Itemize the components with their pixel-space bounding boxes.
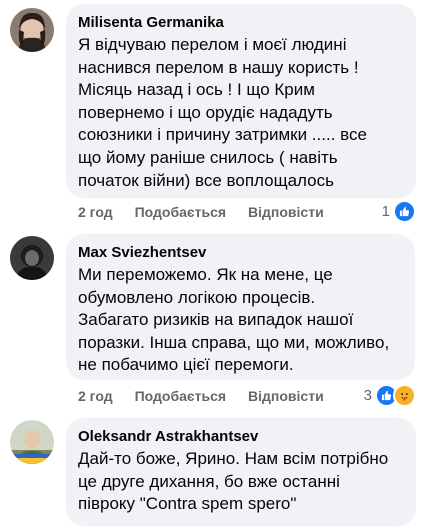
comment-actions: 2 год Подобається Відповісти	[78, 204, 346, 220]
reaction-summary[interactable]: 3	[364, 384, 416, 407]
comment-author[interactable]: Milisenta Germanika	[78, 13, 402, 32]
reaction-summary[interactable]: 1	[382, 200, 416, 223]
comment-bubble: Oleksandr Astrakhantsev Дай-то боже, Яри…	[66, 418, 416, 526]
reply-button[interactable]: Відповісти	[248, 204, 324, 220]
comment-text: Дай-то боже, Ярино. Нам всім потрібно це…	[78, 449, 389, 514]
avatar[interactable]	[10, 420, 54, 464]
comment-text: Ми переможемо. Як на мене, це обумовлено…	[78, 265, 390, 375]
avatar[interactable]	[10, 236, 54, 280]
reply-button[interactable]: Відповісти	[248, 388, 324, 404]
like-reaction-icon	[393, 200, 416, 223]
like-button[interactable]: Подобається	[135, 388, 226, 404]
comment-time[interactable]: 2 год	[78, 204, 113, 220]
comment-author[interactable]: Oleksandr Astrakhantsev	[78, 427, 402, 446]
comment-text: Я відчуваю перелом і моєї людині наснивс…	[78, 35, 367, 190]
avatar[interactable]	[10, 8, 54, 52]
comment-actions: 2 год Подобається Відповісти	[78, 388, 346, 404]
reaction-count: 1	[381, 203, 390, 220]
comment-author[interactable]: Max Sviezhentsev	[78, 243, 401, 262]
comment-bubble: Milisenta Germanika Я відчуваю перелом і…	[66, 4, 416, 198]
care-reaction-icon	[393, 384, 416, 407]
comment-bubble: Max Sviezhentsev Ми переможемо. Як на ме…	[66, 234, 415, 380]
like-button[interactable]: Подобається	[135, 204, 226, 220]
comment-time[interactable]: 2 год	[78, 388, 113, 404]
reaction-count: 3	[363, 387, 372, 404]
